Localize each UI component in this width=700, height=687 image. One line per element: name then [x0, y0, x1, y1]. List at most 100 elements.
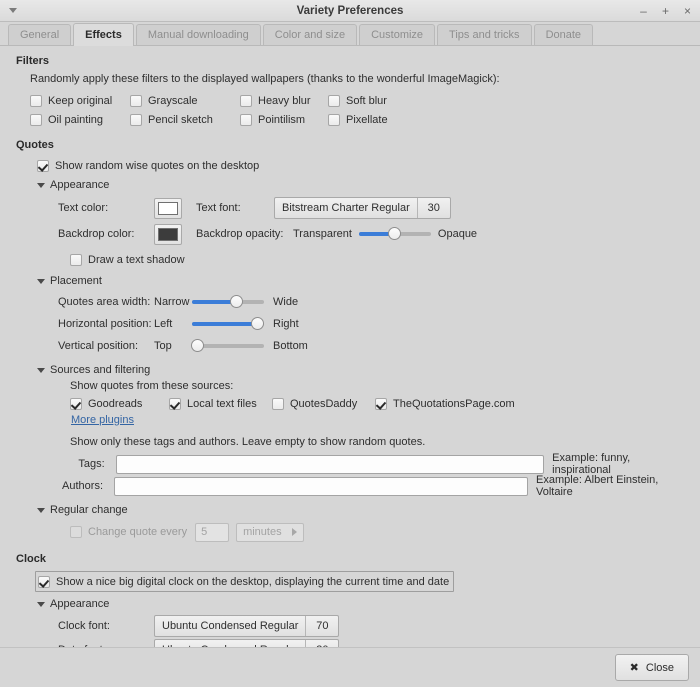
checkbox-icon [70, 398, 82, 410]
quotes-placement-title: Placement [50, 275, 102, 287]
cross-icon: ✖ [630, 661, 639, 674]
text-font-label: Text font: [196, 202, 274, 214]
date-font-button[interactable]: Ubuntu Condensed Regular 30 [154, 639, 339, 647]
vertical-position-slider[interactable] [192, 338, 264, 354]
show-clock-checkbox[interactable]: Show a nice big digital clock on the des… [35, 571, 454, 592]
quotes-sources-disclosure[interactable]: Sources and filtering [37, 364, 688, 376]
clock-font-row: Clock font: Ubuntu Condensed Regular 70 [58, 614, 688, 638]
change-quote-checkbox[interactable]: Change quote every [70, 524, 187, 541]
filter-pixellate[interactable]: Pixellate [328, 111, 438, 128]
filter-label: Oil painting [48, 114, 103, 126]
tab-general[interactable]: General [8, 24, 71, 45]
text-color-label: Text color: [58, 202, 154, 214]
text-shadow-checkbox[interactable]: Draw a text shadow [70, 251, 688, 268]
authors-row: Authors: Example: Albert Einstein, Volta… [58, 475, 688, 497]
backdrop-opacity-slider[interactable] [359, 226, 431, 242]
horizontal-position-slider[interactable] [192, 316, 264, 332]
quotes-placement-body: Quotes area width: Narrow Wide Horizonta… [58, 291, 688, 357]
filter-oil-painting[interactable]: Oil painting [30, 111, 130, 128]
window-menu-button[interactable] [0, 0, 26, 21]
checkbox-icon [328, 95, 340, 107]
authors-input[interactable] [114, 477, 528, 496]
filters-section-title: Filters [16, 55, 688, 67]
date-font-row: Date font: Ubuntu Condensed Regular 30 [58, 638, 688, 647]
slider-min-label: Narrow [154, 296, 192, 308]
slider-max-label: Bottom [273, 340, 308, 352]
filter-keep-original[interactable]: Keep original [30, 92, 130, 109]
slider-min-label: Left [154, 318, 192, 330]
tab-bar: General Effects Manual downloading Color… [0, 22, 700, 46]
checkbox-icon [70, 254, 82, 266]
source-local-text-files[interactable]: Local text files [169, 395, 272, 412]
checkbox-icon [328, 114, 340, 126]
filter-label: Heavy blur [258, 95, 311, 107]
slider-knob[interactable] [230, 295, 243, 308]
tab-donate[interactable]: Donate [534, 24, 593, 45]
source-label: QuotesDaddy [290, 398, 357, 410]
checkbox-icon [130, 114, 142, 126]
filter-grayscale[interactable]: Grayscale [130, 92, 240, 109]
more-plugins-link[interactable]: More plugins [71, 414, 134, 426]
source-quotesdaddy[interactable]: QuotesDaddy [272, 395, 375, 412]
horizontal-position-row: Horizontal position: Left Right [58, 313, 688, 335]
tags-label: Tags: [58, 458, 105, 470]
slider-knob[interactable] [251, 317, 264, 330]
minimize-button[interactable]: – [638, 4, 649, 17]
source-thequotationspage[interactable]: TheQuotationsPage.com [375, 395, 688, 412]
close-window-button[interactable]: × [682, 4, 693, 17]
clock-appearance-title: Appearance [50, 598, 109, 610]
filter-prompt: Show only these tags and authors. Leave … [70, 436, 688, 448]
quotes-regular-change-disclosure[interactable]: Regular change [37, 504, 688, 516]
backdrop-color-swatch[interactable] [154, 224, 182, 245]
close-button[interactable]: ✖ Close [615, 654, 689, 681]
color-fill [158, 228, 178, 241]
color-fill [158, 202, 178, 215]
show-quotes-checkbox[interactable]: Show random wise quotes on the desktop [37, 157, 688, 174]
effects-panel: Filters Randomly apply these filters to … [0, 46, 700, 647]
text-font-button[interactable]: Bitstream Charter Regular 30 [274, 197, 451, 219]
filter-label: Keep original [48, 95, 112, 107]
maximize-button[interactable]: + [660, 4, 671, 17]
backdrop-color-row: Backdrop color: Backdrop opacity: Transp… [58, 221, 688, 247]
filter-label: Pixellate [346, 114, 388, 126]
clock-font-button[interactable]: Ubuntu Condensed Regular 70 [154, 615, 339, 637]
filter-pencil-sketch[interactable]: Pencil sketch [130, 111, 240, 128]
tab-manual-downloading[interactable]: Manual downloading [136, 24, 261, 45]
filter-label: Soft blur [346, 95, 387, 107]
clock-appearance-disclosure[interactable]: Appearance [37, 598, 688, 610]
source-label: Goodreads [88, 398, 142, 410]
change-quote-label: Change quote every [88, 526, 187, 538]
quotes-placement-disclosure[interactable]: Placement [37, 275, 688, 287]
date-font-name: Ubuntu Condensed Regular [155, 640, 305, 647]
unit-value: minutes [243, 526, 282, 538]
filter-pointilism[interactable]: Pointilism [240, 111, 328, 128]
tags-input[interactable] [116, 455, 545, 474]
window-controls: – + × [638, 4, 700, 17]
change-interval-input[interactable]: 5 [195, 523, 229, 542]
filter-label: Pencil sketch [148, 114, 213, 126]
checkbox-icon [169, 398, 181, 410]
opacity-min-label: Transparent [293, 228, 352, 240]
checkbox-icon [240, 95, 252, 107]
slider-knob[interactable] [388, 227, 401, 240]
quotes-appearance-disclosure[interactable]: Appearance [37, 179, 688, 191]
source-label: TheQuotationsPage.com [393, 398, 515, 410]
source-goodreads[interactable]: Goodreads [70, 395, 169, 412]
tab-customize[interactable]: Customize [359, 24, 435, 45]
quotes-area-width-slider[interactable] [192, 294, 264, 310]
text-font-name: Bitstream Charter Regular [275, 198, 417, 218]
tags-example: Example: funny, inspirational [552, 452, 688, 476]
clock-appearance-body: Clock font: Ubuntu Condensed Regular 70 … [58, 614, 688, 647]
tab-effects[interactable]: Effects [73, 23, 134, 46]
tab-tips-and-tricks[interactable]: Tips and tricks [437, 24, 532, 45]
window-title: Variety Preferences [0, 5, 700, 17]
slider-knob[interactable] [191, 339, 204, 352]
filter-heavy-blur[interactable]: Heavy blur [240, 92, 328, 109]
sources-checkbox-grid: Goodreads Local text files QuotesDaddy T… [70, 395, 688, 412]
text-color-row: Text color: Text font: Bitstream Charter… [58, 195, 688, 221]
tab-color-and-size[interactable]: Color and size [263, 24, 357, 45]
filter-soft-blur[interactable]: Soft blur [328, 92, 438, 109]
text-color-swatch[interactable] [154, 198, 182, 219]
vertical-position-label: Vertical position: [58, 340, 154, 352]
change-interval-unit-dropdown[interactable]: minutes [236, 523, 304, 542]
